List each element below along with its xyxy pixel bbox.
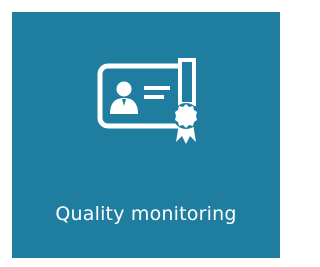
tile-label: Quality monitoring bbox=[55, 203, 237, 225]
certificate-icon bbox=[12, 12, 280, 182]
quality-monitoring-tile[interactable]: Quality monitoring bbox=[12, 12, 280, 258]
